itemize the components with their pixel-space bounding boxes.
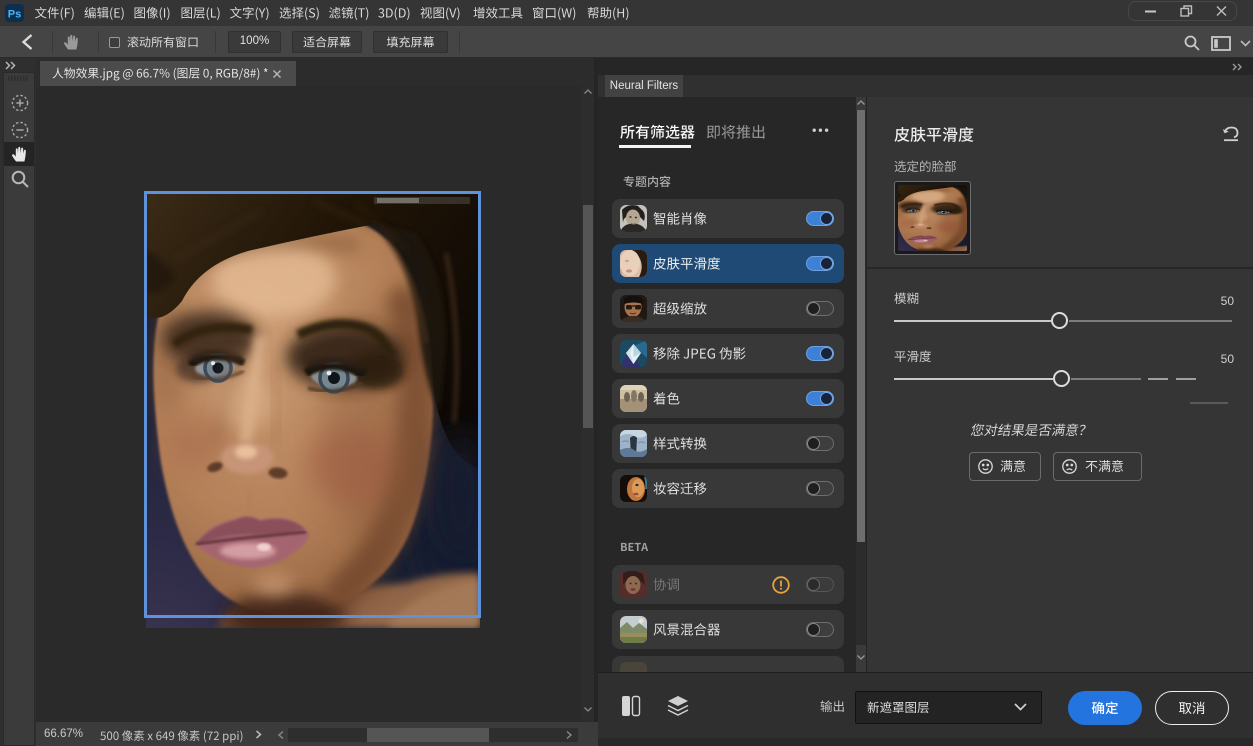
svg-text:Ps: Ps [8,9,21,21]
